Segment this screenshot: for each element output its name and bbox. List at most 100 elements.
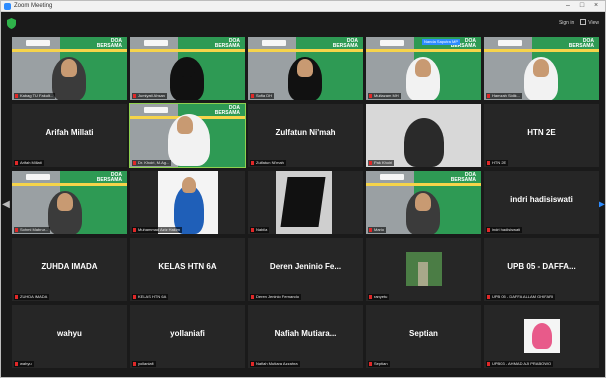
participant-label-text: Muhammad Aziz Hakim (138, 227, 181, 232)
participant-tile[interactable]: Pak Khoiri (366, 104, 481, 167)
participant-label-text: ZUHDA IMADA (20, 294, 48, 299)
participant-label-text: Zulfatun Ni'mah (256, 160, 284, 165)
participant-tile[interactable]: yollaniafi yollaniafi (130, 305, 245, 368)
participant-tile[interactable]: ZUHDA IMADA ZUHDA IMADA (12, 238, 127, 301)
mic-muted-icon (251, 295, 254, 299)
participant-label: Sohmi Mabrur... (14, 227, 51, 233)
participant-tile[interactable]: KELAS HTN 6A KELAS HTN 6A (130, 238, 245, 301)
gallery-grid: DOA BERSAMA Kabag TU Fakult... DOA BERSAMA Ju… (12, 37, 603, 369)
participant-tile[interactable]: DOA BERSAMA Hamzah Sidik... (484, 37, 599, 100)
banner-title: DOA BERSAMA (214, 105, 240, 116)
mic-muted-icon (15, 161, 18, 165)
participant-tile[interactable]: Nabila (248, 171, 363, 234)
participant-tile[interactable]: Deren Jeninio Fe... Deren Jeninio Fernand… (248, 238, 363, 301)
participant-name: wahyu (57, 329, 82, 338)
maximize-button[interactable]: □ (575, 1, 589, 11)
minimize-button[interactable]: – (561, 1, 575, 11)
institution-logo-icon (26, 40, 50, 46)
mic-muted-icon (15, 362, 18, 366)
mic-muted-icon (133, 362, 136, 366)
sign-in-label[interactable]: Sign in (559, 18, 574, 28)
participant-tile[interactable]: indri hadisiswati indri hadisiswati (484, 171, 599, 234)
participant-face (179, 59, 195, 77)
name-tag: Nanda Saputra MP (422, 39, 461, 45)
participant-label-text: indri hadisiswati (492, 227, 521, 232)
participant-tile[interactable]: wahyu wahyu (12, 305, 127, 368)
participant-name: ZUHDA IMADA (41, 262, 98, 271)
participant-tile[interactable]: Septian Septian (366, 305, 481, 368)
mic-muted-icon (251, 362, 254, 366)
mic-muted-icon (133, 161, 136, 165)
participant-tile[interactable]: Arifah Millati Arifah Millati (12, 104, 127, 167)
participant-tile[interactable]: DOA BERSAMA Mario (366, 171, 481, 234)
participant-label-text: wahyu (20, 361, 32, 366)
participant-label: Jumiyati Ahsan (132, 93, 167, 99)
participant-tile[interactable]: HTN 2E HTN 2E (484, 104, 599, 167)
participant-name: yollaniafi (170, 329, 205, 338)
participant-label: Multazam MH (368, 93, 401, 99)
view-controls: Sign in View (559, 18, 599, 28)
participant-tile[interactable]: DOA BERSAMA Sohmi Mabrur... (12, 171, 127, 234)
participant-tile[interactable]: Zulfatun Ni'mah Zulfatun Ni'mah (248, 104, 363, 167)
participant-face (415, 193, 431, 211)
participant-video-person (404, 118, 444, 167)
participant-tile[interactable]: Nafiah Mutiara... Nafiah Mutiara Azzahra (248, 305, 363, 368)
mic-muted-icon (251, 228, 254, 232)
participant-tile[interactable]: DOA BERSAMA Sofia DH (248, 37, 363, 100)
mic-muted-icon (487, 94, 490, 98)
participant-label: yollaniafi (132, 361, 156, 367)
mic-muted-icon (15, 94, 18, 98)
participant-tile[interactable]: UPB 05 - DAFFA... UPB 05 - DAFFA ALLAM GH… (484, 238, 599, 301)
institution-logo-icon (498, 40, 522, 46)
banner-stripe (12, 49, 127, 52)
participant-tile[interactable]: Muhammad Aziz Hakim (130, 171, 245, 234)
participant-name: Zulfatun Ni'mah (275, 128, 336, 137)
participant-tile[interactable]: DOA BERSAMA Kabag TU Fakult... (12, 37, 127, 100)
participant-label-text: Septian (374, 361, 388, 366)
participant-label-text: Dr. Khoiri, M.Ag... (138, 160, 170, 165)
banner-title: DOA BERSAMA (214, 38, 240, 49)
participant-label-text: Arifah Millati (20, 160, 42, 165)
participant-tile[interactable]: ranyetu (366, 238, 481, 301)
participant-face (415, 59, 431, 77)
participant-tile[interactable]: DOA BERSAMA Nanda Saputra MP Multazam MH (366, 37, 481, 100)
participant-video-pattern (280, 177, 326, 227)
participant-label: Hamzah Sidik... (486, 93, 523, 99)
participant-label: Pak Khoiri (368, 160, 395, 166)
banner-stripe (12, 183, 127, 186)
participant-tile[interactable]: UPB03 - AHMAD AJI PRABOWO (484, 305, 599, 368)
participant-tile[interactable]: DOA BERSAMA Dr. Khoiri, M.Ag... (129, 103, 246, 168)
mic-muted-icon (369, 362, 372, 366)
participant-name: Arifah Millati (45, 128, 94, 137)
banner-stripe (366, 183, 481, 186)
participant-label: Arifah Millati (14, 160, 44, 166)
banner-title: DOA BERSAMA (96, 172, 122, 183)
participant-name: indri hadisiswati (510, 195, 573, 204)
participant-label: indri hadisiswati (486, 227, 523, 233)
participant-label: KELAS HTN 6A (132, 294, 169, 300)
participant-face (57, 193, 73, 211)
institution-logo-icon (262, 40, 286, 46)
banner-title: DOA BERSAMA (568, 38, 594, 49)
participant-tile[interactable]: DOA BERSAMA Jumiyati Ahsan (130, 37, 245, 100)
shield-icon[interactable] (7, 18, 16, 29)
mic-muted-icon (15, 228, 18, 232)
institution-logo-icon (144, 40, 168, 46)
participant-label-text: UPB 05 - DAFFA ALLAM GHIFARI (492, 294, 554, 299)
participant-label: Dr. Khoiri, M.Ag... (132, 160, 172, 166)
banner-stripe (484, 49, 599, 52)
previous-page-arrow-icon[interactable]: ◀ (2, 191, 10, 219)
participant-label: Nabila (250, 227, 270, 233)
view-button[interactable]: View (580, 18, 599, 28)
participant-name: UPB 05 - DAFFA... (507, 262, 576, 271)
participant-label-text: Deren Jeninio Fernando (256, 294, 299, 299)
mic-muted-icon (15, 295, 18, 299)
institution-logo-icon (380, 40, 404, 46)
participant-label: Deren Jeninio Fernando (250, 294, 301, 300)
participant-label: Septian (368, 361, 390, 367)
close-button[interactable]: × (589, 1, 603, 11)
institution-logo-icon (380, 174, 404, 180)
participant-label-text: ranyetu (374, 294, 388, 299)
participant-label: Kabag TU Fakult... (14, 93, 56, 99)
participant-name: HTN 2E (527, 128, 556, 137)
